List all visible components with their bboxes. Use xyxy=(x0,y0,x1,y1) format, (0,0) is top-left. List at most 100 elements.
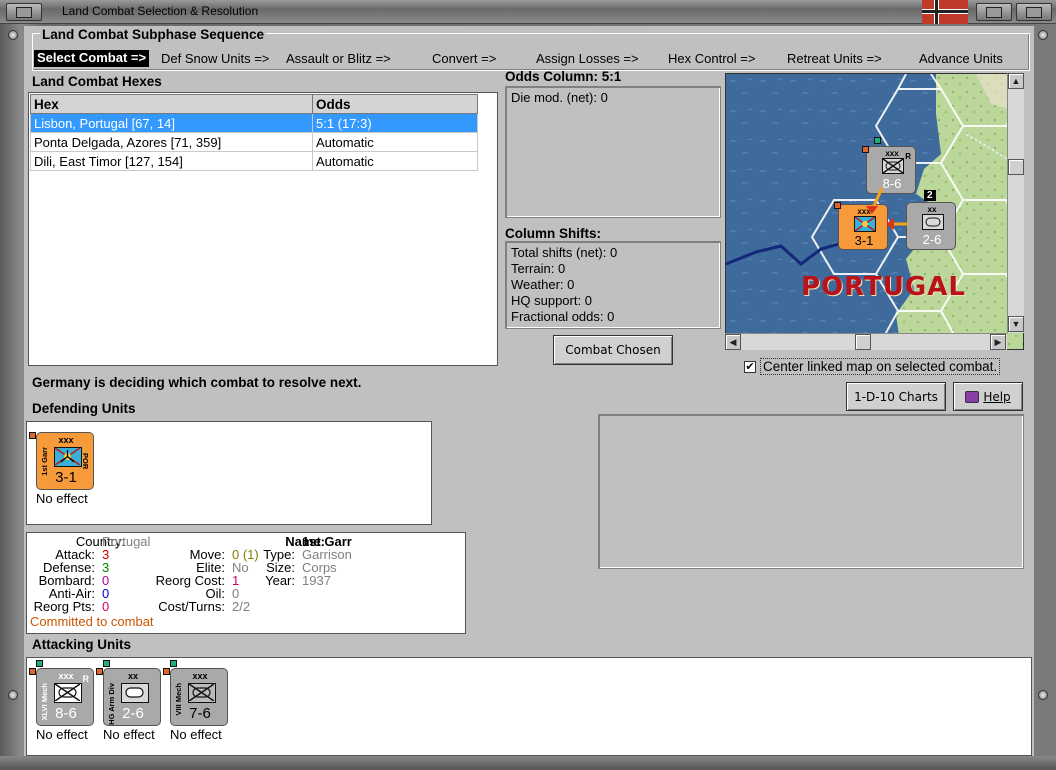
country-value: Portugal xyxy=(102,534,151,549)
mech-unit-symbol-icon xyxy=(882,158,904,174)
unit-size: xx xyxy=(927,205,937,214)
cost-turns-label: Cost/Turns: xyxy=(158,599,225,614)
title-bar[interactable]: Land Combat Selection & Resolution xyxy=(0,0,1056,24)
odds-panel: Die mod. (net): 0 xyxy=(505,86,721,218)
step-retreat-units: Retreat Units => xyxy=(787,51,882,66)
status-dot-icon xyxy=(29,668,36,675)
maximize-button[interactable] xyxy=(1016,3,1052,21)
status-dot-icon xyxy=(96,668,103,675)
hex-cell: Ponta Delgada, Azores [71, 359] xyxy=(30,132,313,152)
shift-total: Total shifts (net): 0 xyxy=(511,245,618,260)
scroll-up-button[interactable]: ▲ xyxy=(1008,73,1024,89)
unit-info-panel: Country: Portugal Attack: 3 Defense: 3 B… xyxy=(26,532,466,634)
map-country-label: PORTUGAL xyxy=(801,272,966,302)
combat-chosen-button[interactable]: Combat Chosen xyxy=(553,335,673,365)
hexes-table-container[interactable]: Hex Odds Lisbon, Portugal [67, 14] 5:1 (… xyxy=(28,92,498,366)
help-button[interactable]: Help xyxy=(953,382,1023,411)
attacking-unit-counter[interactable]: xxx 7-6 VIII Mech xyxy=(170,668,228,726)
shift-weather: Weather: 0 xyxy=(511,277,575,292)
table-row[interactable]: Ponta Delgada, Azores [71, 359] Automati… xyxy=(30,132,478,152)
year-label: Year: xyxy=(265,573,295,588)
table-row[interactable]: Dili, East Timor [127, 154] Automatic xyxy=(30,151,478,171)
results-panel xyxy=(598,414,1024,569)
odds-cell: Automatic xyxy=(312,151,478,171)
unit-size: xxx xyxy=(58,435,74,445)
status-dot-icon xyxy=(103,660,110,667)
stack-count-badge: 2 xyxy=(924,190,936,201)
charts-button[interactable]: 1-D-10 Charts xyxy=(846,382,946,411)
combat-effect: No effect xyxy=(36,727,88,742)
status-dot-icon xyxy=(862,146,869,153)
step-select-combat: Select Combat => xyxy=(34,50,150,67)
shift-fractional-odds: Fractional odds: 0 xyxy=(511,309,615,324)
committed-status: Committed to combat xyxy=(30,614,154,629)
cost-turns-value: 2/2 xyxy=(232,599,251,614)
table-row[interactable]: Lisbon, Portugal [67, 14] 5:1 (17:3) xyxy=(30,113,478,133)
defending-units-panel[interactable]: xxx 3-1 1st Garr POR No effect xyxy=(26,421,432,525)
status-dot-icon xyxy=(36,660,43,667)
column-header-odds[interactable]: Odds xyxy=(312,94,478,114)
linked-map[interactable]: PORTUGAL xxx 8-6 R xx 2-6 2 xxx 3-1 xyxy=(725,73,1024,350)
hexes-table: Hex Odds Lisbon, Portugal [67, 14] 5:1 (… xyxy=(30,94,478,171)
status-message: Germany is deciding which combat to reso… xyxy=(32,375,362,390)
scroll-down-button[interactable]: ▼ xyxy=(1008,316,1024,332)
step-assign-losses: Assign Losses => xyxy=(536,51,639,66)
mech-unit-symbol-icon xyxy=(54,683,82,703)
attacking-unit-counter[interactable]: xxx 8-6 XLVI Mech R xyxy=(36,668,94,726)
armor-unit-symbol-icon xyxy=(121,683,149,703)
unit-size: xx xyxy=(127,671,138,681)
map-unit-counter[interactable]: xx 2-6 xyxy=(906,202,956,250)
minimize-button[interactable] xyxy=(976,3,1012,21)
help-button-label: Help xyxy=(983,389,1011,404)
die-mod-text: Die mod. (net): 0 xyxy=(511,90,608,105)
unit-strength: 2-6 xyxy=(922,232,942,247)
status-dot-icon xyxy=(874,137,881,144)
status-dot-icon xyxy=(170,660,177,667)
shift-hq-support: HQ support: 0 xyxy=(511,293,592,308)
scroll-right-button[interactable]: ▶ xyxy=(990,334,1006,350)
column-shifts-title: Column Shifts: xyxy=(505,226,601,241)
reorg-pts-value: 0 xyxy=(102,599,110,614)
combat-effect: No effect xyxy=(36,491,88,506)
bottom-frame xyxy=(0,756,1056,770)
attacking-units-panel[interactable]: xxx 8-6 XLVI Mech R No effect xx 2-6 HG … xyxy=(26,657,1032,756)
unit-side-label: 1st Garr xyxy=(40,447,49,476)
table-header-row: Hex Odds xyxy=(30,94,478,114)
unit-side-label: HG Arm Div xyxy=(107,683,116,725)
mech-unit-symbol-icon xyxy=(188,683,216,703)
map-vertical-scrollbar[interactable]: ▲ ▼ xyxy=(1007,73,1024,333)
step-def-snow-units: Def Snow Units => xyxy=(161,51,270,66)
defending-unit-counter[interactable]: xxx 3-1 1st Garr POR xyxy=(36,432,94,490)
column-shifts-panel: Total shifts (net): 0 Terrain: 0 Weather… xyxy=(505,241,721,329)
center-linked-checkbox[interactable]: ✔ xyxy=(744,361,756,373)
reorg-pts-label: Reorg Pts: xyxy=(33,599,95,614)
defending-units-title: Defending Units xyxy=(32,401,136,416)
step-advance-units: Advance Units xyxy=(919,51,1003,66)
status-dot-icon xyxy=(834,202,841,209)
status-dot-icon xyxy=(29,432,36,439)
frame-rivet-icon xyxy=(1038,30,1048,40)
german-flag-icon xyxy=(922,0,968,24)
map-horizontal-scrollbar[interactable]: ◀ ▶ xyxy=(725,333,1007,350)
unit-flag: R xyxy=(82,674,90,684)
frame-rivet-icon xyxy=(8,690,18,700)
garrison-unit-symbol-icon xyxy=(54,447,82,467)
unit-nation-label: POR xyxy=(81,453,90,470)
center-linked-label[interactable]: Center linked map on selected combat. xyxy=(760,358,1001,375)
unit-size: xxx xyxy=(192,671,208,681)
window-menu-button[interactable] xyxy=(6,3,42,21)
column-header-hex[interactable]: Hex xyxy=(30,94,313,114)
unit-flag: R xyxy=(905,152,911,161)
attacking-unit-counter[interactable]: xx 2-6 HG Arm Div xyxy=(103,668,161,726)
subphase-title: Land Combat Subphase Sequence xyxy=(40,27,267,42)
combat-effect: No effect xyxy=(103,727,155,742)
combat-effect: No effect xyxy=(170,727,222,742)
step-convert: Convert => xyxy=(432,51,497,66)
status-dot-icon xyxy=(163,668,170,675)
step-assault-or-blitz: Assault or Blitz => xyxy=(286,51,391,66)
step-hex-control: Hex Control => xyxy=(668,51,756,66)
scroll-left-button[interactable]: ◀ xyxy=(725,334,741,350)
horizontal-scroll-thumb[interactable] xyxy=(855,334,871,350)
vertical-scroll-thumb[interactable] xyxy=(1008,159,1024,175)
attacking-units-title: Attacking Units xyxy=(32,637,132,652)
